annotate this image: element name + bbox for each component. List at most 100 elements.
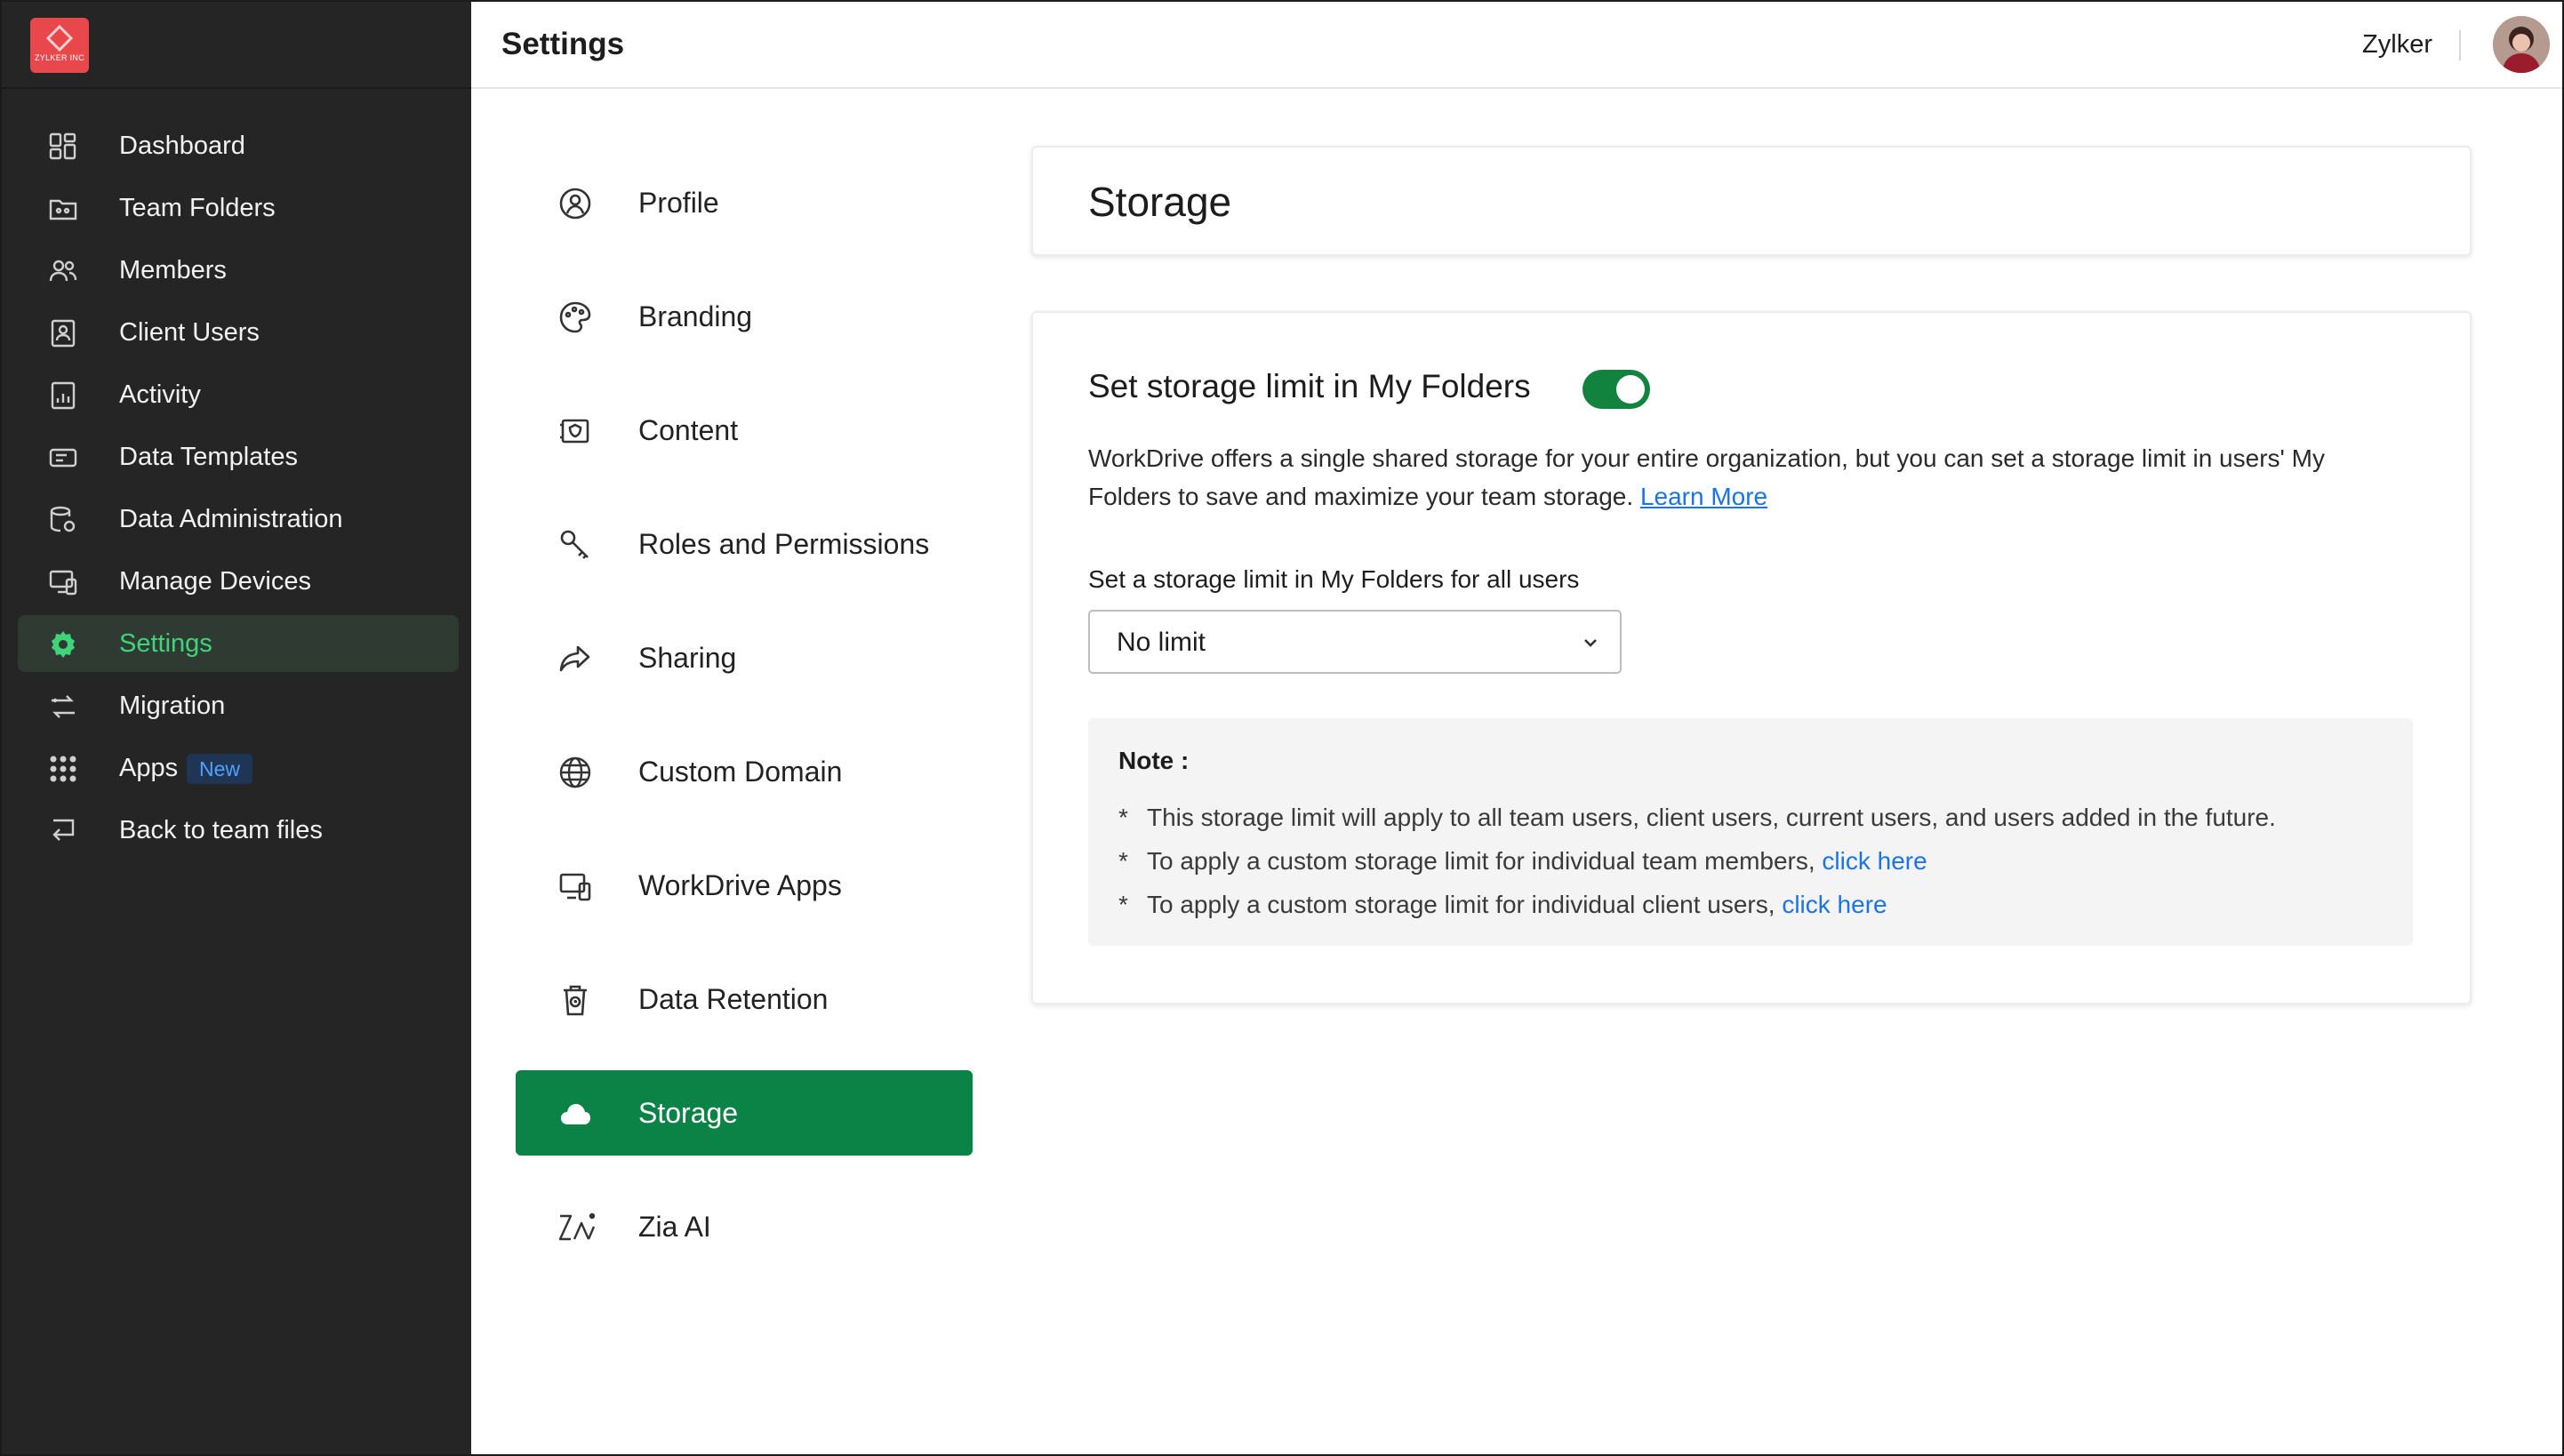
palette-icon	[559, 301, 591, 333]
members-icon	[49, 260, 77, 282]
sidebar-item-label: Manage Devices	[119, 566, 311, 596]
avatar-image-icon	[2493, 16, 2550, 73]
chevron-down-icon	[1584, 639, 1597, 647]
settings-nav-label: Profile	[638, 187, 719, 219]
sidebar-item-back-to-team-files[interactable]: Back to team files	[18, 802, 459, 859]
settings-nav-profile[interactable]: Profile	[516, 160, 973, 245]
dashboard-icon	[49, 132, 76, 160]
user-avatar[interactable]	[2493, 16, 2550, 73]
settings-nav-branding[interactable]: Branding	[516, 274, 973, 359]
client-users-icon	[51, 319, 76, 348]
note-bullet: *	[1118, 891, 1128, 918]
settings-nav-data-retention[interactable]: Data Retention	[516, 956, 973, 1042]
note-text: This storage limit will apply to all tea…	[1147, 804, 2276, 831]
storage-settings-card: Set storage limit in My Folders WorkDriv…	[1031, 311, 2472, 1004]
sidebar-item-members[interactable]: Members	[18, 242, 459, 299]
settings-nav-label: Roles and Permissions	[638, 528, 930, 560]
storage-description: WorkDrive offers a single shared storage…	[1088, 439, 2395, 516]
note-item: * This storage limit will apply to all te…	[1118, 804, 2276, 832]
back-arrow-icon	[52, 819, 75, 841]
note-text: To apply a custom storage limit for indi…	[1147, 847, 1815, 875]
settings-nav-custom-domain[interactable]: Custom Domain	[516, 729, 973, 814]
cloud-icon	[561, 1104, 590, 1124]
click-here-client-users-link[interactable]: click here	[1782, 891, 1887, 918]
new-badge: New	[187, 754, 253, 784]
app-window: ZYLKER INC Dashboard Team Folders Member…	[0, 0, 2564, 1456]
sidebar-item-client-users[interactable]: Client Users	[18, 304, 459, 361]
settings-nav-content[interactable]: Content	[516, 388, 973, 473]
settings-nav-zia-ai[interactable]: Zia AI	[516, 1184, 973, 1269]
sidebar-item-label: Data Templates	[119, 442, 298, 471]
settings-nav-roles-and-permissions[interactable]: Roles and Permissions	[516, 501, 973, 587]
note-item: * To apply a custom storage limit for ind…	[1118, 847, 1927, 876]
selected-value: No limit	[1117, 628, 1206, 657]
sidebar-item-settings[interactable]: Settings	[18, 615, 459, 672]
settings-nav-label: Content	[638, 414, 739, 446]
sidebar-item-label: Migration	[119, 691, 226, 720]
note-bullet: *	[1118, 847, 1128, 875]
sidebar-item-data-templates[interactable]: Data Templates	[18, 428, 459, 485]
sidebar-item-label: Activity	[119, 380, 201, 409]
devices-icon	[559, 873, 591, 901]
settings-nav-label: Data Retention	[638, 983, 829, 1015]
toggle-knob	[1616, 375, 1645, 404]
storage-title: Storage	[1088, 179, 1232, 225]
sidebar-item-label: Dashboard	[119, 131, 245, 160]
sidebar-item-label: Apps	[119, 753, 179, 782]
note-item: * To apply a custom storage limit for ind…	[1118, 891, 1887, 919]
section-heading: Set storage limit in My Folders	[1088, 368, 1531, 404]
note-text: To apply a custom storage limit for indi…	[1147, 891, 1775, 918]
data-templates-icon	[49, 448, 77, 468]
header-divider	[2459, 30, 2461, 60]
key-icon	[560, 530, 589, 559]
settings-nav-workdrive-apps[interactable]: WorkDrive Apps	[516, 843, 973, 928]
profile-icon	[559, 188, 591, 220]
sidebar-item-label: Back to team files	[119, 815, 323, 844]
activity-icon	[51, 381, 76, 410]
note-title: Note :	[1118, 747, 1190, 774]
settings-nav-sharing[interactable]: Sharing	[516, 615, 973, 700]
sidebar-item-manage-devices[interactable]: Manage Devices	[18, 553, 459, 610]
sidebar-item-label: Team Folders	[119, 193, 276, 222]
sidebar-item-team-folders[interactable]: Team Folders	[18, 180, 459, 236]
sidebar-item-migration[interactable]: Migration	[18, 677, 459, 734]
main-sidebar: ZYLKER INC Dashboard Team Folders Member…	[2, 2, 471, 1454]
page-title: Settings	[501, 27, 625, 61]
zia-ai-icon	[558, 1212, 596, 1241]
manage-devices-icon	[49, 570, 77, 596]
team-folder-icon	[49, 199, 77, 220]
logo-text: ZYLKER INC	[34, 53, 84, 62]
content-shield-icon	[560, 419, 589, 444]
sidebar-item-label: Settings	[119, 628, 212, 658]
settings-nav-label: Branding	[638, 300, 753, 332]
settings-nav-label: Zia AI	[638, 1211, 711, 1243]
settings-nav-label: WorkDrive Apps	[638, 869, 842, 901]
share-arrow-icon	[559, 645, 590, 672]
settings-nav-label: Custom Domain	[638, 756, 843, 788]
globe-icon	[559, 756, 591, 788]
sidebar-item-apps[interactable]: Apps New	[18, 740, 459, 796]
sidebar-item-label: Data Administration	[119, 504, 343, 533]
note-bullet: *	[1118, 804, 1128, 831]
apps-grid-icon	[50, 756, 76, 782]
settings-gear-icon	[52, 631, 75, 658]
brand-bar: ZYLKER INC	[2, 2, 471, 89]
storage-limit-toggle[interactable]	[1582, 370, 1650, 409]
sidebar-item-dashboard[interactable]: Dashboard	[18, 117, 459, 174]
data-administration-icon	[50, 506, 76, 532]
settings-nav-label: Storage	[638, 1097, 739, 1129]
learn-more-link[interactable]: Learn More	[1640, 483, 1767, 510]
company-logo[interactable]: ZYLKER INC	[30, 18, 89, 73]
storage-title-card: Storage	[1031, 146, 2472, 256]
migration-icon	[52, 695, 75, 718]
note-box: Note : * This storage limit will apply to…	[1088, 718, 2413, 946]
settings-nav-storage[interactable]: Storage	[516, 1070, 973, 1156]
limit-label: Set a storage limit in My Folders for al…	[1088, 565, 1580, 593]
org-name[interactable]: Zylker	[2362, 30, 2432, 60]
sidebar-item-data-administration[interactable]: Data Administration	[18, 491, 459, 548]
logo-mark-icon	[45, 24, 74, 52]
storage-limit-select[interactable]: No limit	[1088, 610, 1622, 674]
settings-nav-label: Sharing	[638, 642, 737, 674]
click-here-team-members-link[interactable]: click here	[1822, 847, 1927, 875]
sidebar-item-activity[interactable]: Activity	[18, 366, 459, 423]
